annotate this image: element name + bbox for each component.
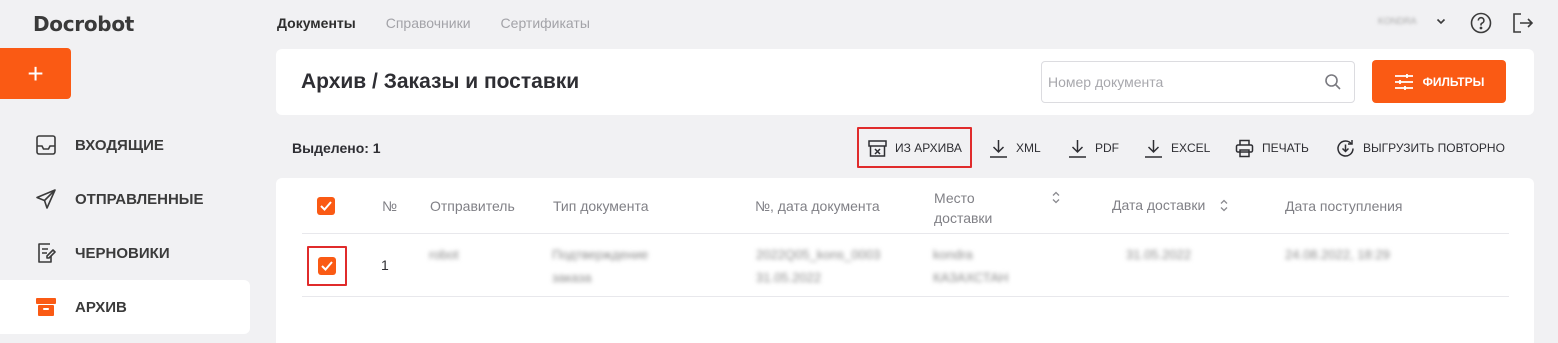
download-icon <box>990 139 1007 158</box>
download-excel-button[interactable]: EXCEL <box>1144 137 1210 159</box>
sidebar-item-archive[interactable]: АРХИВ <box>0 280 250 334</box>
download-pdf-button[interactable]: PDF <box>1068 137 1119 159</box>
page-header: Архив / Заказы и поставки ФИЛЬТРЫ <box>276 49 1534 115</box>
archive-icon <box>36 298 56 316</box>
cell-doc-num: 2022Q05_kons_0003 <box>756 247 881 262</box>
send-icon <box>36 189 56 209</box>
sidebar-item-drafts[interactable]: ЧЕРНОВИКИ <box>0 226 250 280</box>
column-header-doc-num-date: №, дата документа <box>755 198 880 214</box>
excel-label: EXCEL <box>1171 141 1211 155</box>
search-icon[interactable] <box>1324 73 1342 91</box>
select-all-checkbox[interactable] <box>317 197 335 215</box>
reexport-button[interactable]: ВЫГРУЗИТЬ ПОВТОРНО <box>1336 137 1505 159</box>
filters-button[interactable]: ФИЛЬТРЫ <box>1372 60 1506 103</box>
printer-icon <box>1235 139 1254 157</box>
tab-documents[interactable]: Документы <box>277 15 356 31</box>
print-button[interactable]: ПЕЧАТЬ <box>1235 137 1309 159</box>
unarchive-highlight <box>857 127 972 168</box>
create-document-button[interactable]: + <box>0 48 71 99</box>
cell-doc-type[interactable]: Подтверждение заказа <box>552 243 648 289</box>
cell-place-line1: kondra <box>933 247 973 262</box>
check-icon <box>320 201 332 211</box>
sort-icon[interactable] <box>1220 199 1228 212</box>
documents-table: № Отправитель Тип документа №, дата доку… <box>276 178 1534 343</box>
column-header-num: № <box>382 198 398 214</box>
search-box <box>1041 61 1355 103</box>
row-divider <box>302 296 1509 297</box>
search-input[interactable] <box>1042 62 1302 102</box>
top-nav-tabs: Документы Справочники Сертификаты <box>277 15 590 31</box>
help-icon[interactable] <box>1470 12 1492 34</box>
cell-sender: robot <box>429 247 459 262</box>
sidebar-item-label: ОТПРАВЛЕННЫЕ <box>75 190 204 208</box>
sort-icon[interactable] <box>1052 191 1060 204</box>
download-xml-button[interactable]: XML <box>989 137 1041 159</box>
reexport-icon <box>1337 139 1354 157</box>
column-header-receipt-date: Дата поступления <box>1285 198 1403 214</box>
page-title: Архив / Заказы и поставки <box>301 70 580 93</box>
tab-certificates[interactable]: Сертификаты <box>501 15 590 31</box>
draft-icon <box>38 243 56 263</box>
cell-delivery-date: 31.05.2022 <box>1126 247 1192 262</box>
print-label: ПЕЧАТЬ <box>1262 141 1309 155</box>
column-header-place[interactable]: Место доставки <box>934 188 992 228</box>
selected-count: Выделено: 1 <box>292 140 381 156</box>
tab-directories[interactable]: Справочники <box>386 15 471 31</box>
inbox-icon <box>36 135 56 155</box>
sidebar-item-sent[interactable]: ОТПРАВЛЕННЫЕ <box>0 172 250 226</box>
cell-place: kondra КАЗАХСТАН <box>933 243 1008 289</box>
column-header-place-line1: Место <box>934 190 975 206</box>
column-header-sender: Отправитель <box>430 198 515 214</box>
cell-place-line2: КАЗАХСТАН <box>933 270 1009 285</box>
sidebar-item-label: ВХОДЯЩИЕ <box>75 136 164 154</box>
cell-doc-num-date[interactable]: 2022Q05_kons_0003 31.05.2022 <box>756 243 880 289</box>
chevron-down-icon[interactable] <box>1436 16 1446 26</box>
pdf-label: PDF <box>1095 141 1119 155</box>
column-header-place-line2: доставки <box>934 210 993 226</box>
xml-label: XML <box>1016 141 1041 155</box>
download-icon <box>1145 139 1162 158</box>
download-icon <box>1069 139 1086 158</box>
sidebar-nav: ВХОДЯЩИЕ ОТПРАВЛЕННЫЕ ЧЕРНОВИКИ АРХИВ <box>0 118 250 334</box>
cell-doc-date: 31.05.2022 <box>756 270 822 285</box>
row-checkbox-highlight <box>307 246 347 286</box>
sidebar-item-incoming[interactable]: ВХОДЯЩИЕ <box>0 118 250 172</box>
cell-doc-type-line2: заказа <box>552 270 592 285</box>
user-name[interactable]: KONDRA <box>1378 16 1417 26</box>
filters-label: ФИЛЬТРЫ <box>1422 74 1485 89</box>
row-divider <box>302 233 1509 234</box>
cell-receipt-date: 24.08.2022, 18:29 <box>1285 247 1390 262</box>
docrobot-logo[interactable]: Docrobot <box>33 12 134 36</box>
sidebar-item-label: ЧЕРНОВИКИ <box>75 244 170 262</box>
column-header-delivery-date[interactable]: Дата доставки <box>1112 197 1205 213</box>
reexport-label: ВЫГРУЗИТЬ ПОВТОРНО <box>1363 141 1505 155</box>
sidebar-item-label: АРХИВ <box>75 298 127 316</box>
logout-icon[interactable] <box>1512 12 1534 34</box>
cell-num: 1 <box>381 257 389 273</box>
sliders-icon <box>1394 73 1413 90</box>
column-header-doc-type: Тип документа <box>553 198 649 214</box>
cell-doc-type-line1: Подтверждение <box>552 247 649 262</box>
